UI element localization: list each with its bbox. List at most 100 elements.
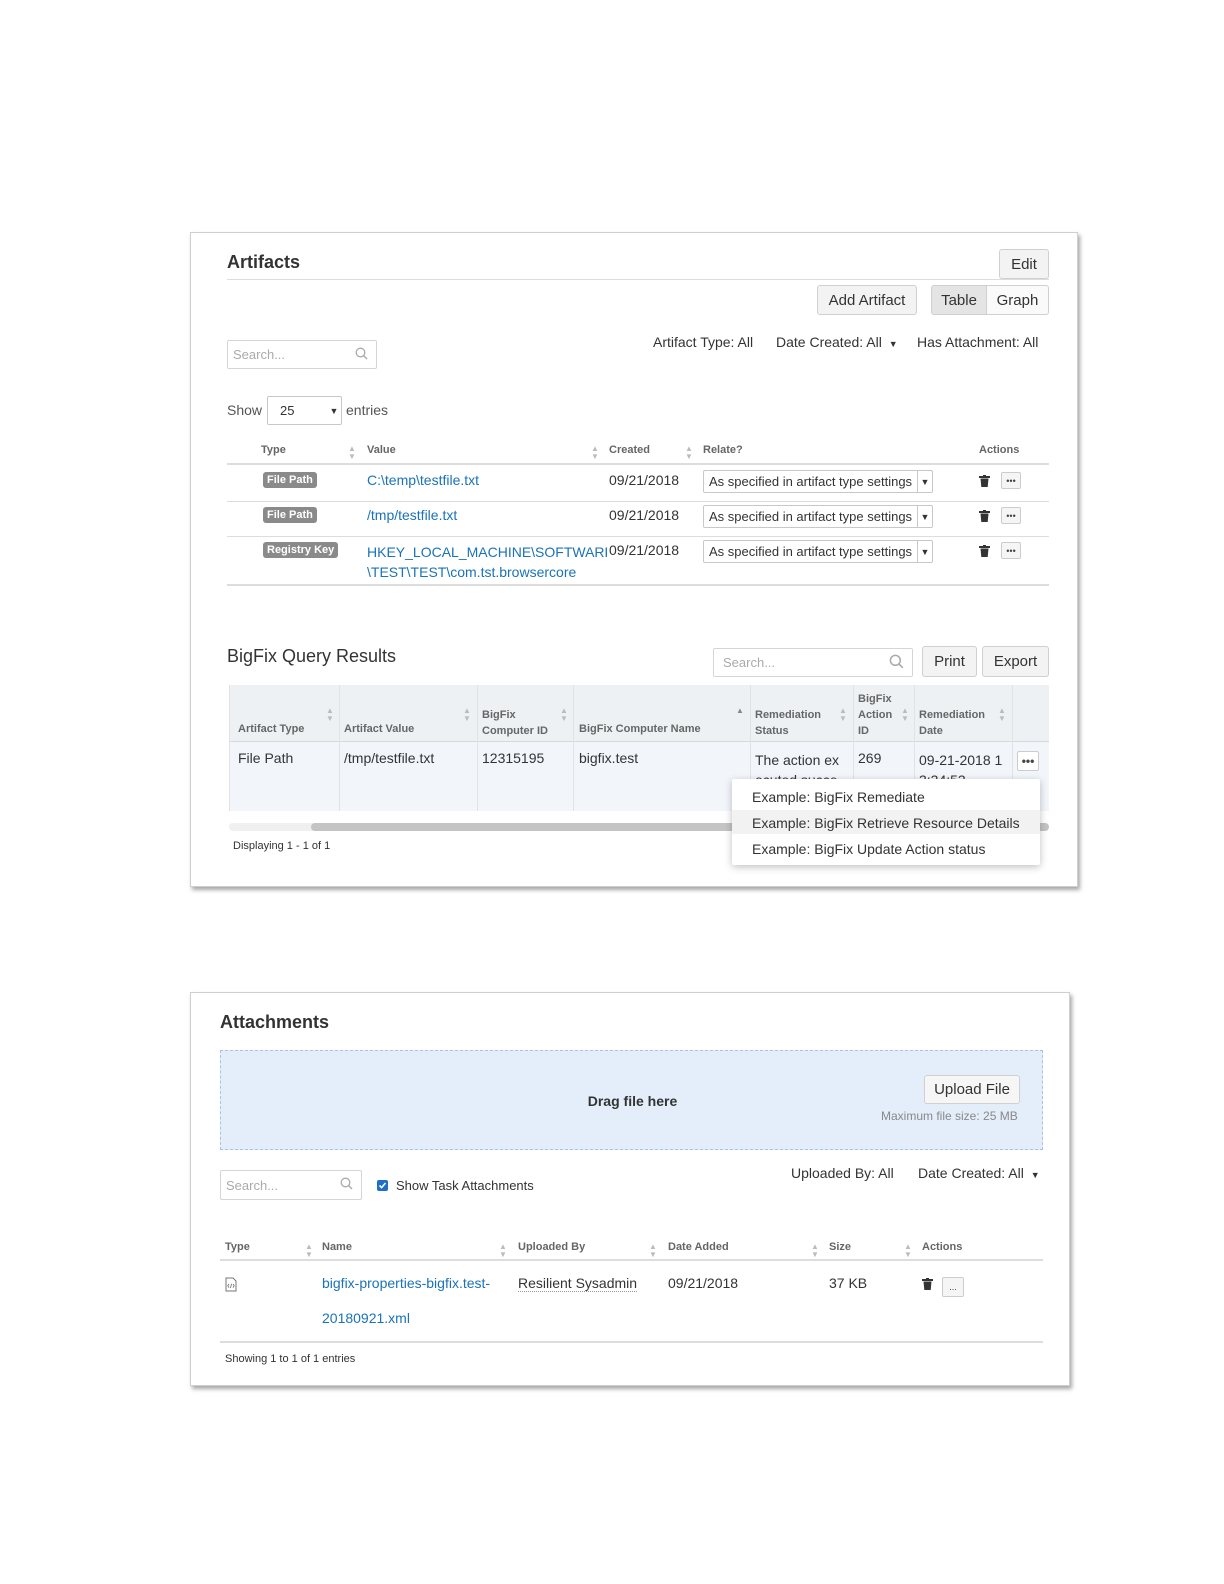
- col-size[interactable]: Size: [829, 1241, 851, 1253]
- attachment-size: 37 KB: [829, 1275, 868, 1291]
- trash-icon[interactable]: [979, 474, 990, 492]
- col-value[interactable]: Value: [367, 444, 396, 456]
- col-computer-id[interactable]: BigFix Computer ID: [482, 707, 548, 739]
- sort-icon[interactable]: ▲ ▼: [499, 1243, 507, 1259]
- show-task-checkbox[interactable]: [377, 1180, 388, 1191]
- search-icon: [355, 347, 368, 363]
- more-actions-button[interactable]: •••: [1001, 542, 1021, 559]
- row-divider: [227, 501, 1049, 502]
- filter-artifact-type[interactable]: Artifact Type: All: [653, 334, 753, 350]
- filter-uploaded-by[interactable]: Uploaded By: All: [791, 1165, 894, 1181]
- more-actions-button[interactable]: •••: [1001, 472, 1021, 489]
- col-artifact-type[interactable]: Artifact Type: [238, 723, 304, 735]
- show-label: Show: [227, 402, 263, 418]
- grid-col-line: [573, 685, 574, 811]
- filter-date-created-label: Date Created: All: [918, 1165, 1024, 1181]
- col-action-id[interactable]: BigFix Action ID: [858, 691, 892, 739]
- sort-icon[interactable]: ▲ ▼: [904, 1243, 912, 1259]
- sort-icon[interactable]: ▲ ▼: [560, 707, 568, 723]
- sort-icon[interactable]: ▲ ▼: [591, 445, 599, 461]
- artifact-value-line2: \TEST\TEST\com.tst.browsercore: [367, 564, 577, 580]
- ellipsis-icon: ...: [949, 1282, 957, 1292]
- dropdown-item-retrieve-details[interactable]: Example: BigFix Retrieve Resource Detail…: [752, 815, 1020, 831]
- caret-down-icon: ▼: [888, 339, 898, 349]
- sort-icon[interactable]: ▲ ▼: [305, 1243, 313, 1259]
- relate-select[interactable]: As specified in artifact type settings ▼: [703, 470, 933, 493]
- sort-icon[interactable]: ▲ ▼: [811, 1243, 819, 1259]
- filter-date-created[interactable]: Date Created: All ▼: [776, 334, 898, 350]
- sort-icon[interactable]: ▲ ▼: [348, 445, 356, 461]
- col-artifact-value[interactable]: Artifact Value: [344, 723, 414, 735]
- checkmark-icon: [378, 1182, 387, 1189]
- sort-icon[interactable]: ▲ ▼: [326, 707, 334, 723]
- trash-icon[interactable]: [979, 544, 990, 562]
- print-button[interactable]: Print: [922, 646, 977, 677]
- trash-icon[interactable]: [922, 1277, 933, 1295]
- row-status-line1: The action ex: [755, 752, 840, 768]
- entries-select[interactable]: 25 ▼: [267, 396, 342, 425]
- sort-icon[interactable]: ▲ ▼: [463, 707, 471, 723]
- add-artifact-button[interactable]: Add Artifact: [817, 285, 917, 315]
- col-computer-id-line2: Computer ID: [482, 725, 548, 737]
- sort-icon[interactable]: ▲ ▼: [901, 707, 909, 723]
- sort-icon[interactable]: ▲ ▼: [998, 707, 1006, 723]
- artifact-created: 09/21/2018: [609, 507, 680, 523]
- artifacts-search-input[interactable]: Search...: [227, 340, 377, 369]
- more-actions-button[interactable]: •••: [1001, 507, 1021, 524]
- attachment-name-link[interactable]: bigfix-properties-bigfix.test- 20180921.…: [322, 1266, 490, 1336]
- sort-asc-icon[interactable]: ▲: [736, 707, 744, 715]
- artifacts-title: Artifacts: [227, 252, 301, 272]
- col-type[interactable]: Type: [261, 444, 286, 456]
- grid-col-line: [229, 685, 230, 811]
- col-remediation-date[interactable]: Remediation Date: [919, 707, 985, 739]
- sort-icon[interactable]: ▲ ▼: [839, 707, 847, 723]
- trash-icon[interactable]: [979, 509, 990, 527]
- bigfix-footer: Displaying 1 - 1 of 1: [233, 840, 331, 852]
- col-computer-name[interactable]: BigFix Computer Name: [579, 723, 701, 735]
- col-uploaded-by[interactable]: Uploaded By: [518, 1241, 585, 1253]
- artifact-value-link[interactable]: HKEY_LOCAL_MACHINE\SOFTWARE \TEST\TEST\c…: [367, 542, 607, 582]
- table-view-button[interactable]: Table: [931, 285, 987, 315]
- drop-zone[interactable]: Drag file here Upload File Maximum file …: [220, 1050, 1043, 1150]
- col-created[interactable]: Created: [609, 444, 650, 456]
- sort-icon[interactable]: ▲ ▼: [685, 445, 693, 461]
- attachment-uploaded-by: Resilient Sysadmin: [518, 1275, 638, 1292]
- search-placeholder: Search...: [226, 1177, 279, 1193]
- export-button[interactable]: Export: [982, 646, 1049, 677]
- artifact-value-link[interactable]: C:\temp\testfile.txt: [367, 472, 479, 488]
- entries-value: 25: [280, 403, 295, 418]
- filter-has-attachment[interactable]: Has Attachment: All: [917, 334, 1038, 350]
- filter-date-created[interactable]: Date Created: All ▼: [918, 1165, 1040, 1181]
- upload-file-button[interactable]: Upload File: [924, 1075, 1020, 1104]
- col-computer-id-line1: BigFix: [482, 709, 516, 721]
- show-task-label[interactable]: Show Task Attachments: [396, 1178, 534, 1193]
- col-name[interactable]: Name: [322, 1241, 352, 1253]
- sort-icon[interactable]: ▲ ▼: [649, 1243, 657, 1259]
- more-actions-button[interactable]: ...: [942, 1277, 964, 1297]
- ellipsis-icon: •••: [1006, 475, 1016, 486]
- graph-view-button[interactable]: Graph: [986, 285, 1049, 315]
- col-remediation-status[interactable]: Remediation Status: [755, 707, 821, 739]
- drop-label: Drag file here: [587, 1093, 678, 1109]
- caret-down-icon: ▼: [1030, 1170, 1040, 1180]
- row-divider: [227, 536, 1049, 537]
- row-artifact-type: File Path: [238, 750, 294, 766]
- dropdown-item-remediate[interactable]: Example: BigFix Remediate: [752, 789, 925, 805]
- bigfix-title: BigFix Query Results: [227, 646, 397, 666]
- col-action-line1: BigFix: [858, 693, 892, 705]
- artifacts-panel: Artifacts Edit Add Artifact Table Graph …: [190, 232, 1078, 887]
- relate-select[interactable]: As specified in artifact type settings ▼: [703, 505, 933, 528]
- dropdown-item-update-status[interactable]: Example: BigFix Update Action status: [752, 841, 985, 857]
- attachment-name-line2: 20180921.xml: [322, 1310, 410, 1326]
- relate-value: As specified in artifact type settings: [709, 544, 913, 559]
- edit-button[interactable]: Edit: [999, 249, 1049, 279]
- col-date-added[interactable]: Date Added: [668, 1241, 729, 1253]
- col-type[interactable]: Type: [225, 1241, 250, 1253]
- artifact-value-line1: HKEY_LOCAL_MACHINE\SOFTWARE: [367, 544, 607, 560]
- row-actions-button[interactable]: •••: [1017, 751, 1039, 771]
- bigfix-search-input[interactable]: Search...: [713, 648, 913, 677]
- row-action-id: 269: [858, 750, 882, 766]
- artifact-value-link[interactable]: /tmp/testfile.txt: [367, 507, 457, 523]
- attachments-search-input[interactable]: Search...: [220, 1170, 362, 1200]
- relate-select[interactable]: As specified in artifact type settings ▼: [703, 540, 933, 563]
